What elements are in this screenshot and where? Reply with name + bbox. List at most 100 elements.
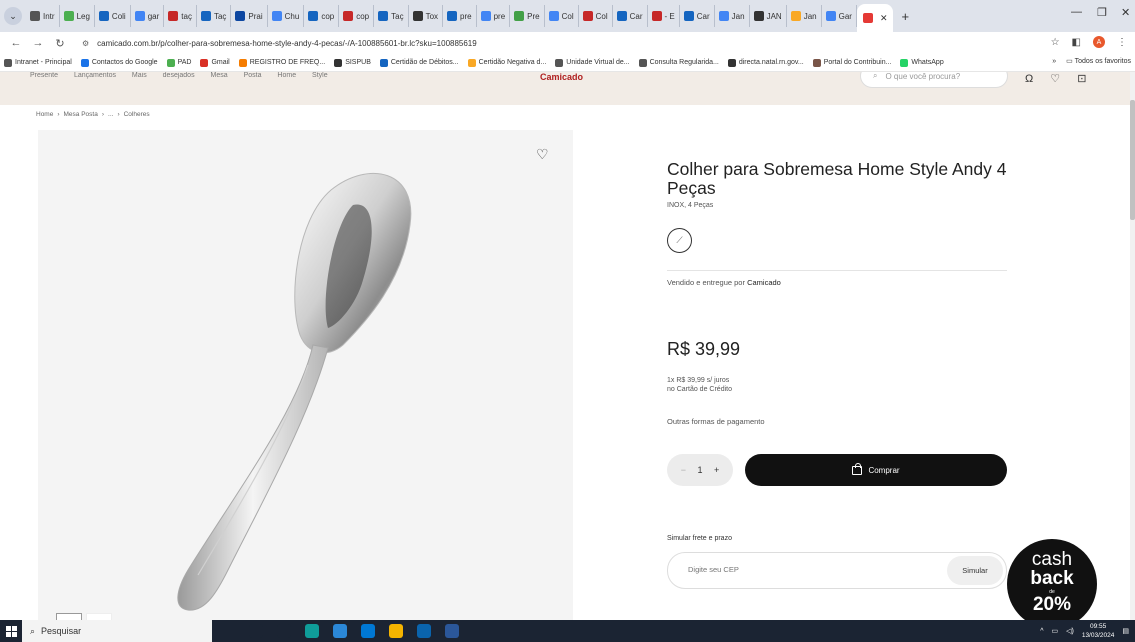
thumbnail-1[interactable] <box>56 613 82 620</box>
browser-tab[interactable]: JAN <box>750 5 787 27</box>
new-tab-button[interactable]: + <box>901 9 909 24</box>
all-bookmarks-label: Todos os favoritos <box>1074 58 1131 65</box>
browser-tab[interactable]: - E <box>648 5 680 27</box>
cortana-icon[interactable] <box>249 624 263 638</box>
breadcrumb-item[interactable]: Mesa Posta <box>64 111 98 118</box>
tab-favicon-icon <box>447 11 458 21</box>
browser-tab[interactable]: Car <box>680 5 715 27</box>
wishlist-heart-icon[interactable]: ♡ <box>536 146 549 163</box>
qty-plus-button[interactable]: + <box>714 465 719 475</box>
cashback-badge[interactable]: cash back de 20% <box>1007 539 1097 620</box>
reload-icon[interactable]: ↻ <box>54 37 66 50</box>
browser-tab[interactable]: Chu <box>268 5 305 27</box>
browser-tab[interactable]: taç <box>164 5 197 27</box>
browser-tab[interactable]: gar <box>131 5 165 27</box>
bookmark-item[interactable]: SISPUB <box>334 58 371 67</box>
browser-tab[interactable]: pre <box>443 5 477 27</box>
notifications-icon[interactable]: ▤ <box>1122 627 1129 635</box>
bookmark-item[interactable]: PAD <box>166 58 191 67</box>
bookmark-item[interactable]: Certidão Negativa d... <box>467 58 546 67</box>
edge-icon[interactable] <box>305 624 319 638</box>
bookmark-item[interactable]: Gmail <box>200 58 230 67</box>
store-icon[interactable] <box>333 624 347 638</box>
url-field[interactable]: ⚙ camicado.com.br/p/colher-para-sobremes… <box>82 35 477 51</box>
browser-tab[interactable]: Car <box>613 5 648 27</box>
site-nav-fragments[interactable]: Presente Lançamentos Mais desejados Mesa… <box>30 72 328 79</box>
tray-expand-icon[interactable]: ^ <box>1040 628 1043 635</box>
browser-tab[interactable]: Jan <box>715 5 750 27</box>
browser-tab[interactable]: Jan <box>787 5 822 27</box>
clock[interactable]: 09:55 13/03/2024 <box>1082 622 1115 640</box>
explorer-icon[interactable] <box>417 624 431 638</box>
buy-button[interactable]: Comprar <box>745 454 1007 486</box>
browser-tab[interactable]: pre <box>477 5 511 27</box>
more-bookmarks-button[interactable]: » <box>1052 58 1056 65</box>
chrome-icon[interactable] <box>389 624 403 638</box>
site-search-input[interactable]: ⌕ O que você procura? <box>860 72 1008 88</box>
header-icons[interactable]: Ω ♡ ⊡ <box>1025 72 1086 85</box>
browser-tab[interactable]: cop <box>339 5 375 27</box>
bookmark-item[interactable]: Certidão de Débitos... <box>379 58 459 67</box>
bookmark-favicon-icon <box>900 58 909 67</box>
bookmark-label: Intranet - Principal <box>15 59 72 66</box>
breadcrumb-item[interactable]: ... <box>108 111 113 118</box>
bookmark-item[interactable]: Portal do Contribuin... <box>812 58 891 67</box>
scroll-thumb[interactable] <box>1130 100 1135 220</box>
browser-tab[interactable]: Prai <box>231 5 268 27</box>
close-tab-icon[interactable]: ✕ <box>880 13 888 24</box>
back-icon[interactable]: ← <box>10 37 22 49</box>
simulate-button[interactable]: Simular <box>947 556 1003 585</box>
browser-tab[interactable]: Tox <box>409 5 444 27</box>
browser-tab[interactable]: Col <box>579 5 613 27</box>
browser-tab[interactable]: Coli <box>95 5 131 27</box>
side-panel-icon[interactable]: ◧ <box>1072 37 1081 48</box>
thumbnail-2[interactable] <box>86 613 112 620</box>
browser-tab[interactable]: Col <box>545 5 579 27</box>
bookmark-item[interactable]: Unidade Virtual de... <box>555 58 630 67</box>
browser-tab[interactable]: cop <box>304 5 340 27</box>
spoon-image <box>177 172 412 611</box>
bookmark-item[interactable]: Contactos do Google <box>80 58 158 67</box>
bookmark-item[interactable]: directa.natal.rn.gov... <box>727 58 804 67</box>
seller-name[interactable]: Camicado <box>747 278 781 287</box>
qty-minus-button[interactable]: − <box>681 465 686 475</box>
breadcrumb-item[interactable]: Home <box>36 111 53 118</box>
task-view-icon[interactable] <box>277 624 291 638</box>
volume-icon[interactable]: ◁) <box>1066 627 1074 635</box>
close-window-button[interactable]: ✕ <box>1121 6 1130 19</box>
bookmark-item[interactable]: REGISTRO DE FREQ... <box>238 58 325 67</box>
page-content: Presente Lançamentos Mais desejados Mesa… <box>0 72 1135 620</box>
variant-selector[interactable]: ⟋ <box>667 228 692 253</box>
browser-tab[interactable]: Leg <box>60 5 95 27</box>
profile-avatar[interactable]: A <box>1093 36 1105 48</box>
cep-input[interactable] <box>688 565 868 574</box>
restore-button[interactable]: ❐ <box>1097 6 1107 19</box>
forward-icon[interactable]: → <box>32 37 44 49</box>
bookmark-item[interactable]: WhatsApp <box>900 58 944 67</box>
taskbar-search[interactable]: ⌕ Pesquisar <box>22 620 212 642</box>
qty-value[interactable]: 1 <box>697 465 702 475</box>
mail-icon[interactable] <box>361 624 375 638</box>
site-info-icon[interactable]: ⚙ <box>82 39 89 48</box>
other-payments-link[interactable]: Outras formas de pagamento <box>667 417 765 426</box>
bookmark-item[interactable]: Intranet - Principal <box>4 58 72 67</box>
breadcrumb-item[interactable]: Colheres <box>124 111 150 118</box>
site-logo[interactable]: Camicado <box>540 72 583 82</box>
network-icon[interactable]: ▭ <box>1051 627 1058 635</box>
all-bookmarks-folder[interactable]: ▭ Todos os favoritos <box>1066 57 1131 65</box>
tab-active[interactable]: ✕ <box>856 4 894 32</box>
browser-tab[interactable]: Intr <box>26 5 60 27</box>
product-info: Colher para Sobremesa Home Style Andy 4 … <box>667 160 1007 589</box>
menu-icon[interactable]: ⋮ <box>1117 37 1127 48</box>
page-scrollbar[interactable] <box>1130 72 1135 620</box>
tab-search-dropdown-icon[interactable]: ⌄ <box>4 7 22 25</box>
browser-tab[interactable]: Taç <box>374 5 409 27</box>
bookmark-item[interactable]: Consulta Regularida... <box>638 58 719 67</box>
word-icon[interactable] <box>445 624 459 638</box>
start-button[interactable] <box>0 620 22 642</box>
browser-tab[interactable]: Pre <box>510 5 545 27</box>
browser-tab[interactable]: Taç <box>197 5 232 27</box>
minimize-button[interactable]: — <box>1071 6 1082 18</box>
bookmark-star-icon[interactable]: ☆ <box>1051 37 1060 48</box>
browser-tab[interactable]: Gar <box>822 5 857 27</box>
